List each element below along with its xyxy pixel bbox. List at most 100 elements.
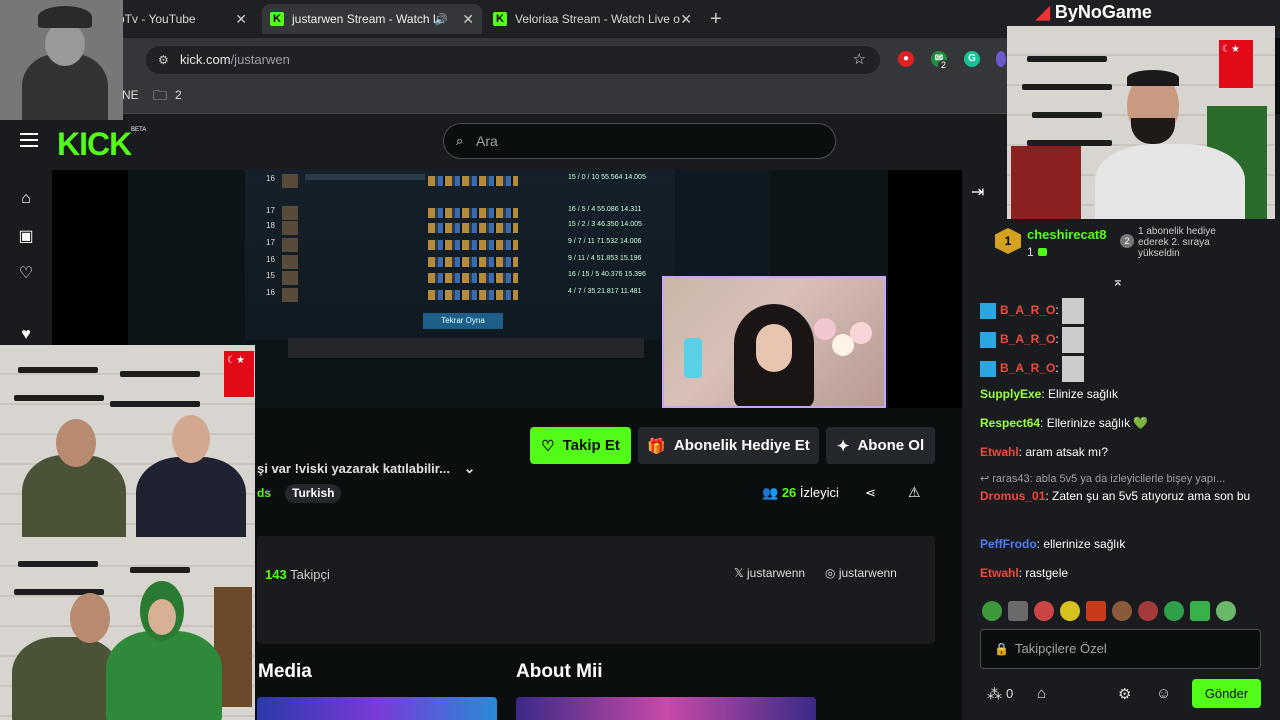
speaker-icon[interactable]: 🔊 xyxy=(434,13,448,26)
new-tab-icon[interactable]: + xyxy=(710,8,722,31)
following-heart-icon[interactable]: ♡ xyxy=(17,265,35,283)
section-title-media: Media xyxy=(258,661,312,682)
emote-icon[interactable] xyxy=(1138,601,1158,621)
rank-2-badge: 2 xyxy=(1120,234,1134,248)
subscribe-button[interactable]: ✦ Abone Ol xyxy=(826,427,935,464)
chat-username[interactable]: SupplyExe xyxy=(980,387,1041,401)
extension-red-icon[interactable]: ● xyxy=(898,51,914,67)
tab-title: Veloriaa Stream - Watch Live o xyxy=(515,12,680,26)
tab-youtube[interactable]: pTv - YouTube ✕ xyxy=(110,4,255,34)
tab-title: justarwen Stream - Watch L xyxy=(292,12,440,26)
kick-favicon-icon: K xyxy=(493,12,507,26)
tab-veloriaa[interactable]: K Veloriaa Stream - Watch Live o ✕ xyxy=(485,4,700,34)
emote-icon[interactable] xyxy=(982,601,1002,621)
row-level: 17 xyxy=(266,206,275,215)
chat-username[interactable]: Respect64 xyxy=(980,416,1040,430)
pinned-expand-icon[interactable]: ⌅ xyxy=(1112,273,1124,290)
category-link[interactable]: ds xyxy=(257,486,271,500)
pinned-username[interactable]: cheshirecat8 xyxy=(1027,227,1107,242)
close-icon[interactable]: ✕ xyxy=(235,11,247,28)
points-count: 0 xyxy=(1006,686,1014,701)
send-button[interactable]: Gönder xyxy=(1192,679,1261,708)
kick-logo[interactable]: KICK xyxy=(57,126,132,163)
url-field[interactable]: ⚙ kick.com/justarwen ☆ xyxy=(146,46,880,74)
chat-username[interactable]: PeffFrodo xyxy=(980,537,1037,551)
instagram-handle: justarwenn xyxy=(838,566,897,580)
row-stats: 16 / 15 / 5 40.376 15.396 xyxy=(568,271,646,278)
money-icon xyxy=(1038,248,1047,256)
row-stats: 4 / 7 / 35 21.817 11.481 xyxy=(568,288,642,295)
chat-username[interactable]: B_A_R_O xyxy=(1000,303,1055,317)
language-tag[interactable]: Turkish xyxy=(285,484,342,503)
share-icon[interactable]: ⋖ xyxy=(865,485,876,501)
chat-username[interactable]: Etwahl xyxy=(980,445,1019,459)
close-icon[interactable]: ✕ xyxy=(462,11,474,28)
emote-icon[interactable] xyxy=(1164,601,1184,621)
x-icon: 𝕏 xyxy=(734,566,744,580)
chat-text: : xyxy=(1055,303,1059,318)
bookmark-item[interactable]: NE xyxy=(122,88,139,102)
instagram-social-link[interactable]: ◎ justarwenn xyxy=(825,566,897,580)
about-thumbnail[interactable] xyxy=(516,697,816,720)
users-icon: 👥 xyxy=(762,485,779,500)
emote-image xyxy=(1062,298,1085,324)
browse-icon[interactable]: ▣ xyxy=(17,228,35,246)
grammarly-icon[interactable]: G xyxy=(964,51,980,67)
chat-text: : aram atsak mı? xyxy=(1018,445,1109,459)
follow-label: Takip Et xyxy=(562,437,620,454)
scoreboard-row: 17 9 / 7 / 11 71.532 14.006 xyxy=(258,238,658,253)
bookmark-folder-count[interactable]: 2 xyxy=(175,88,182,102)
scoreboard-row: 16 4 / 7 / 35 21.817 11.481 xyxy=(258,288,658,303)
badge-icon xyxy=(980,361,996,377)
heart-icon[interactable]: ♥ xyxy=(17,326,35,344)
chat-username[interactable]: Dromus_01 xyxy=(980,489,1045,503)
emote-icon[interactable] xyxy=(1190,601,1210,621)
chat-text: : rastgele xyxy=(1018,566,1069,580)
chat-username[interactable]: B_A_R_O xyxy=(1000,361,1055,375)
chat-reply-preview[interactable]: ↩ raras43: abla 5v5 ya da izleyicilerle … xyxy=(980,471,1270,487)
instagram-icon: ◎ xyxy=(825,566,836,580)
x-social-link[interactable]: 𝕏 justarwenn xyxy=(734,566,805,580)
chevron-down-icon[interactable]: ⌄ xyxy=(464,460,476,476)
emote-icon[interactable] xyxy=(1086,601,1106,621)
store-icon[interactable]: ⌂ xyxy=(1037,685,1046,702)
emote-icon[interactable] xyxy=(1112,601,1132,621)
champion-portrait xyxy=(282,255,298,269)
site-info-icon[interactable]: ⚙ xyxy=(158,46,169,74)
emote-icon[interactable] xyxy=(1060,601,1080,621)
tab-justarwen[interactable]: K justarwen Stream - Watch L 🔊 ✕ xyxy=(262,4,482,34)
viewer-label: İzleyici xyxy=(799,485,839,500)
gift-subscription-button[interactable]: 🎁 Abonelik Hediye Et xyxy=(638,427,819,464)
chat-username[interactable]: Etwahl xyxy=(980,566,1019,580)
chat-username[interactable]: B_A_R_O xyxy=(1000,332,1055,346)
search-input[interactable]: ⌕ Ara xyxy=(443,123,836,159)
folder-icon[interactable]: 🗀 xyxy=(153,85,167,109)
scoreboard-row: 15 16 / 15 / 5 40.376 15.396 xyxy=(258,271,658,286)
item-slots xyxy=(428,273,518,283)
emote-icon[interactable] xyxy=(1034,601,1054,621)
row-level: 17 xyxy=(266,238,275,247)
bookmark-star-icon[interactable]: ☆ xyxy=(853,46,866,74)
chat-input-placeholder: Takipçilere Özel xyxy=(1015,641,1107,656)
collapse-chat-icon[interactable]: ⇥ xyxy=(971,182,984,202)
home-icon[interactable]: ⌂ xyxy=(17,190,35,208)
follow-button[interactable]: ♡ Takip Et xyxy=(530,427,631,464)
emote-icon[interactable] xyxy=(1008,601,1028,621)
extension-purple-icon[interactable] xyxy=(996,51,1006,67)
emote-picker-icon[interactable]: ☺ xyxy=(1156,685,1171,702)
bynogame-icon: ◢ xyxy=(1036,2,1050,22)
points-icon[interactable]: ⁂ xyxy=(987,685,1002,703)
close-icon[interactable]: ✕ xyxy=(680,11,692,28)
search-icon: ⌕ xyxy=(456,133,464,148)
menu-icon[interactable] xyxy=(20,133,38,147)
champion-portrait xyxy=(282,238,298,252)
report-icon[interactable]: ⚠ xyxy=(908,484,921,501)
media-thumbnail[interactable] xyxy=(257,697,497,720)
emote-icon[interactable] xyxy=(1216,601,1236,621)
champion-portrait xyxy=(282,288,298,302)
item-slots xyxy=(428,208,518,218)
chat-input[interactable]: 🔒 Takipçilere Özel xyxy=(980,629,1261,669)
settings-gear-icon[interactable]: ⚙ xyxy=(1118,685,1131,703)
chat-text: : xyxy=(1055,361,1059,376)
section-title-about: About Mii xyxy=(516,661,603,682)
